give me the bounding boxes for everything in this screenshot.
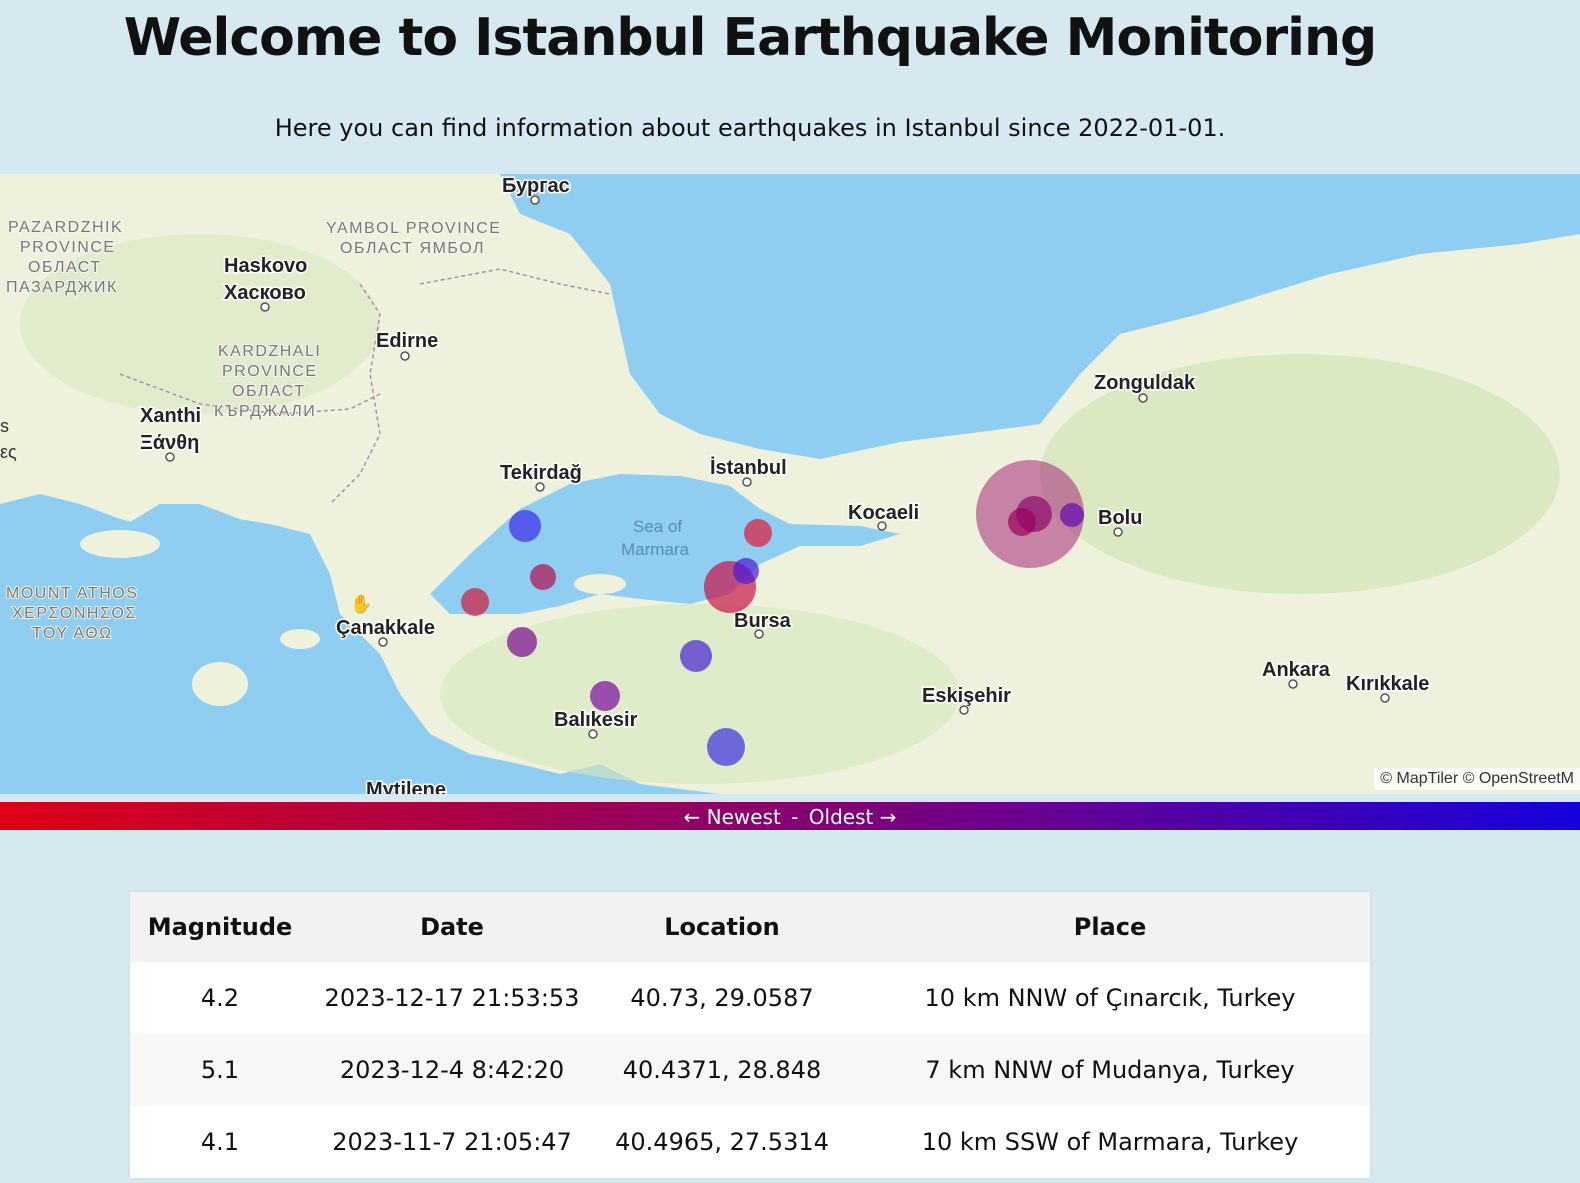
cell-magnitude: 4.2 — [200, 984, 240, 1012]
city-marker — [588, 729, 598, 739]
city-marker — [877, 521, 887, 531]
city-marker — [535, 482, 545, 492]
province-label: PROVINCE — [222, 363, 318, 380]
earthquake-marker[interactable] — [707, 728, 745, 766]
cell-place: 10 km NNW of Çınarcık, Turkey — [924, 984, 1296, 1012]
legend-newest: ← Newest — [683, 805, 781, 829]
city-label-eskisehir: Eskişehir — [922, 685, 1011, 707]
city-marker — [1113, 527, 1123, 537]
province-label: PROVINCE — [20, 239, 116, 256]
edge-label: ες — [0, 442, 17, 462]
table-row: 4.1 2023-11-7 21:05:47 40.4965, 27.5314 … — [130, 1106, 1370, 1178]
city-marker — [1138, 393, 1148, 403]
city-marker — [1288, 679, 1298, 689]
cell-location: 40.4371, 28.848 — [594, 1034, 850, 1106]
island — [192, 662, 248, 706]
header-date: Date — [310, 892, 594, 962]
province-label: YAMBOL PROVINCE — [326, 220, 501, 237]
cell-magnitude: 4.1 — [200, 1128, 240, 1156]
cell-date: 2023-12-17 21:53:53 — [324, 984, 580, 1012]
table-row: 4.2 2023-12-17 21:53:53 40.73, 29.0587 1… — [130, 962, 1370, 1034]
city-label-burgas: Бургас — [502, 175, 570, 197]
cell-place: 10 km SSW of Marmara, Turkey — [921, 1128, 1299, 1156]
city-label-edirne: Edirne — [376, 330, 438, 352]
cell-date: 2023-11-7 21:05:47 — [332, 1128, 572, 1156]
earthquake-map[interactable]: Бургас Haskovo Хасково Edirne Xanthi Ξάν… — [0, 174, 1580, 794]
sea-label: Sea of — [633, 517, 682, 536]
earthquake-marker[interactable] — [461, 588, 489, 616]
earthquake-marker[interactable] — [1008, 508, 1036, 536]
province-label: KARDZHALI — [218, 343, 321, 360]
city-label-ankara: Ankara — [1262, 659, 1331, 681]
cell-location: 40.4965, 27.5314 — [615, 1128, 829, 1156]
header-location: Location — [594, 892, 850, 962]
legend-oldest: Oldest → — [808, 805, 897, 829]
island — [574, 574, 626, 594]
cell-location: 40.73, 29.0587 — [630, 984, 814, 1012]
island — [280, 629, 320, 649]
city-marker — [1380, 693, 1390, 703]
city-marker — [754, 629, 764, 639]
city-label-haskovo-cyr: Хасково — [224, 282, 306, 304]
earthquake-marker[interactable] — [744, 519, 772, 547]
city-marker — [165, 452, 175, 462]
map-canvas[interactable]: Бургас Haskovo Хасково Edirne Xanthi Ξάν… — [0, 174, 1580, 794]
city-label-bolu: Bolu — [1098, 507, 1142, 529]
header-magnitude: Magnitude — [130, 892, 310, 962]
city-label-kirikkale: Kırıkkale — [1346, 673, 1429, 695]
province-label: ОБЛАСТ — [232, 383, 306, 400]
cell-magnitude: 5.1 — [130, 1034, 310, 1106]
city-label-haskovo: Haskovo — [224, 255, 307, 277]
province-label: PAZARDZHIK — [8, 219, 123, 236]
city-marker — [742, 477, 752, 487]
city-marker — [260, 302, 270, 312]
city-label-bursa: Bursa — [734, 610, 792, 632]
city-label-xanthi: Xanthi — [140, 405, 201, 427]
province-label: MOUNT ATHOS — [6, 585, 138, 602]
province-label: ΧΕΡΣΟΝΗΣΟΣ — [12, 605, 137, 622]
city-marker — [400, 351, 410, 361]
page-title: Welcome to Istanbul Earthquake Monitorin… — [123, 8, 1377, 68]
city-label-canakkale: Çanakkale — [336, 617, 435, 639]
earthquake-marker[interactable] — [507, 627, 537, 657]
table-row: 5.1 2023-12-4 8:42:20 40.4371, 28.848 7 … — [130, 1034, 1370, 1106]
earthquake-marker[interactable] — [733, 558, 759, 584]
province-label: ОБЛАСТ ЯМБОЛ — [340, 240, 485, 257]
map-attribution[interactable]: © MapTiler © OpenStreetM — [1374, 768, 1580, 790]
table-header-row: Magnitude Date Location Place — [130, 892, 1370, 962]
earthquake-marker[interactable] — [590, 681, 620, 711]
header-place: Place — [850, 892, 1370, 962]
city-label-balikesir: Balıkesir — [554, 709, 638, 731]
province-label: ОБЛАСТ — [28, 259, 102, 276]
page-subtitle: Here you can find information about eart… — [274, 114, 1226, 142]
earthquake-table: Magnitude Date Location Place 4.2 2023-1… — [130, 892, 1370, 1178]
city-label-zonguldak: Zonguldak — [1094, 372, 1196, 394]
earthquake-marker[interactable] — [680, 640, 712, 672]
cell-place: 7 km NNW of Mudanya, Turkey — [850, 1034, 1370, 1106]
legend-separator: - — [791, 805, 799, 829]
earthquake-marker[interactable] — [509, 510, 541, 542]
sea-label: Marmara — [621, 540, 690, 559]
city-label-xanthi-gr: Ξάνθη — [140, 432, 199, 454]
city-label-istanbul: İstanbul — [710, 456, 787, 479]
cell-date: 2023-12-4 8:42:20 — [310, 1034, 594, 1106]
earthquake-marker[interactable] — [1060, 503, 1084, 527]
hand-cursor-icon: ✋ — [350, 594, 373, 615]
edge-label: s — [0, 416, 9, 436]
city-label-tekirdag: Tekirdağ — [500, 462, 582, 484]
city-marker — [959, 705, 969, 715]
earthquake-table-container: Magnitude Date Location Place 4.2 2023-1… — [130, 892, 1370, 1178]
province-label: ПАЗАРДЖИК — [6, 279, 118, 296]
city-marker — [378, 637, 388, 647]
city-label-mytilene: Mytilene — [366, 779, 446, 794]
earthquake-marker[interactable] — [530, 564, 556, 590]
province-label: КЪРДЖАЛИ — [214, 403, 316, 420]
age-color-legend: ← Newest - Oldest → — [0, 802, 1580, 830]
province-label: ΤΟΥ ΑΘΩ — [32, 625, 113, 642]
island — [80, 530, 160, 558]
city-label-kocaeli: Kocaeli — [848, 502, 919, 524]
city-marker — [530, 195, 540, 205]
